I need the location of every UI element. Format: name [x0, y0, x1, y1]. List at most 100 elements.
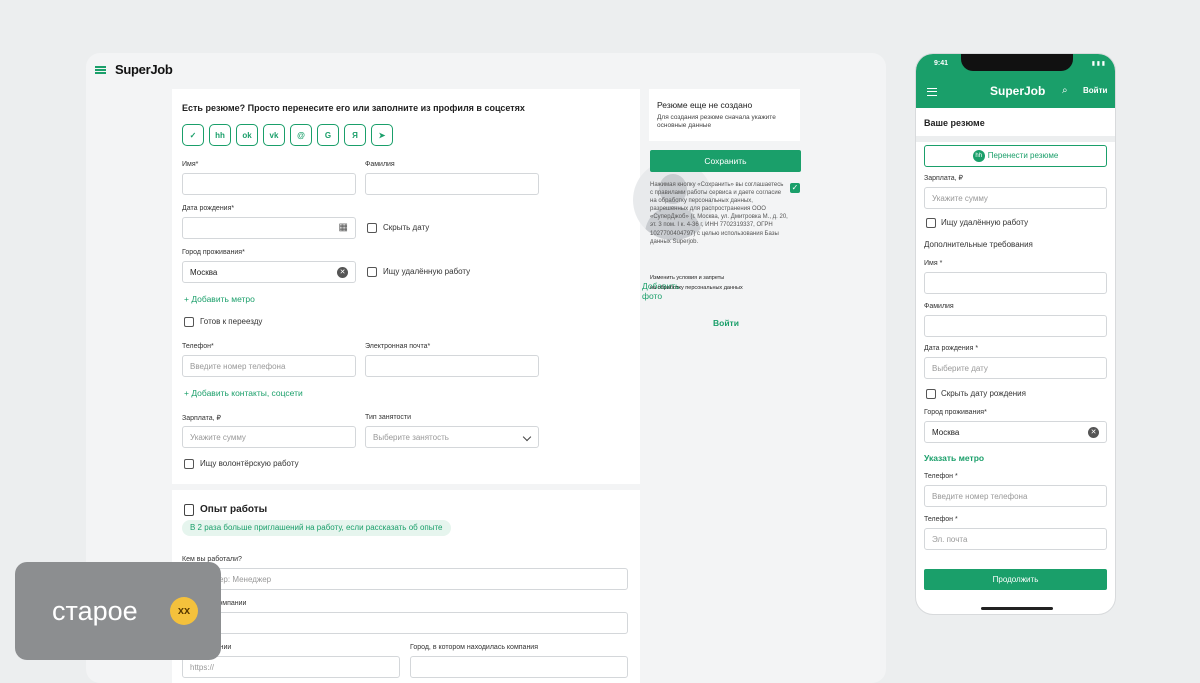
m-birth-label: Дата рождения *: [924, 345, 979, 352]
login-link[interactable]: Войти: [713, 318, 739, 328]
social-gosuslugi-icon[interactable]: ✓: [182, 124, 204, 146]
phone-input[interactable]: Введите номер телефона: [182, 355, 356, 377]
social-mail-icon[interactable]: @: [290, 124, 312, 146]
m-city-input[interactable]: Москва ✕: [924, 421, 1107, 443]
social-google-icon[interactable]: G: [317, 124, 339, 146]
main-form-card: Есть резюме? Просто перенесите его или з…: [172, 89, 713, 484]
menu-icon[interactable]: [95, 66, 106, 74]
chevron-down-icon: [522, 432, 532, 442]
social-yandex-icon[interactable]: Я: [344, 124, 366, 146]
salary-label: Зарплата, ₽: [182, 415, 221, 422]
status-time: 9:41: [934, 60, 949, 67]
old-label: старое: [52, 596, 138, 626]
mobile-page-title: Ваше резюме: [924, 118, 985, 128]
clipboard-icon: [184, 504, 194, 516]
transfer-resume-button[interactable]: hh Перенести резюме: [924, 145, 1107, 167]
city-value: Москва: [190, 268, 218, 277]
social-vk-icon[interactable]: vk: [263, 124, 285, 146]
change-terms-link-2[interactable]: на обработку персональных данных: [650, 285, 743, 292]
m-city-label: Город проживания*: [924, 409, 987, 416]
transfer-resume-label: Перенести резюме: [987, 151, 1059, 160]
m-remote-checkbox[interactable]: [926, 218, 936, 228]
import-title: Есть резюме? Просто перенесите его или з…: [182, 103, 525, 113]
social-telegram-icon[interactable]: ➤: [371, 124, 393, 146]
add-contacts-link[interactable]: + Добавить контакты, соцсети: [184, 388, 303, 398]
m-birth-input[interactable]: Выберите дату: [924, 357, 1107, 379]
m-name-input[interactable]: [924, 272, 1107, 294]
m-metro-link[interactable]: Указать метро: [924, 453, 984, 463]
menu-icon[interactable]: [927, 88, 937, 96]
logo[interactable]: SuperJob: [115, 62, 173, 77]
m-phone-label: Телефон *: [924, 473, 958, 480]
first-name-label: Имя*: [182, 161, 199, 168]
hh-icon: hh: [972, 149, 985, 162]
m-city-value: Москва: [932, 428, 960, 437]
m-name-label: Имя *: [924, 260, 943, 267]
employment-select[interactable]: Выберите занятость: [365, 426, 539, 448]
city-label: Город проживания*: [182, 249, 245, 256]
hide-date-label: Скрыть дату: [383, 223, 430, 232]
resume-status-text: Для создания резюме сначала укажите осно…: [657, 114, 776, 130]
status-icons: ▮ ▮ ▮: [1091, 61, 1105, 67]
dizzy-face-icon: xx: [170, 597, 198, 625]
old-version-badge: старое xx: [15, 562, 221, 660]
mobile-header: 9:41 ▮ ▮ ▮ SuperJob ⌕ Войти: [916, 54, 1115, 108]
m-remote-label: Ищу удалённую работу: [941, 218, 1029, 227]
mobile-login-link[interactable]: Войти: [1083, 86, 1107, 95]
hide-date-checkbox[interactable]: [367, 223, 377, 233]
phone-label: Телефон*: [182, 343, 214, 350]
clear-icon[interactable]: ✕: [337, 267, 348, 278]
m-last-label: Фамилия: [924, 303, 954, 310]
birth-date-input[interactable]: ▦: [182, 217, 356, 239]
resume-status-title: Резюме еще не создано: [657, 100, 753, 110]
last-name-label: Фамилия: [365, 161, 395, 168]
social-ok-icon[interactable]: ok: [236, 124, 258, 146]
home-indicator: [981, 607, 1053, 610]
resume-status-card: Резюме еще не создано Для создания резюм…: [649, 89, 800, 141]
experience-card: Опыт работы В 2 раза больше приглашений …: [172, 490, 640, 683]
calendar-icon[interactable]: ▦: [339, 222, 348, 233]
clear-icon[interactable]: ✕: [1088, 427, 1099, 438]
m-hide-birth-checkbox[interactable]: [926, 389, 936, 399]
company-city-label: Город, в котором находилась компания: [410, 644, 539, 651]
consent-checkbox[interactable]: ✓: [790, 183, 800, 193]
relocate-label: Готов к переезду: [200, 317, 263, 326]
experience-title: Опыт работы: [200, 504, 268, 515]
desktop-header: SuperJob: [86, 53, 886, 87]
experience-hint: В 2 раза больше приглашений на работу, е…: [182, 520, 451, 536]
email-label: Электронная почта*: [365, 343, 431, 350]
consent-text: Нажимая кнопку «Сохранить» вы соглашаете…: [650, 182, 788, 245]
mobile-mockup: 9:41 ▮ ▮ ▮ SuperJob ⌕ Войти Ваше резюме …: [915, 53, 1116, 615]
save-button[interactable]: Сохранить: [650, 150, 801, 172]
remote-label: Ищу удалённую работу: [383, 267, 471, 276]
mobile-logo[interactable]: SuperJob: [990, 84, 1045, 98]
m-hide-birth-label: Скрыть дату рождения: [941, 389, 1026, 398]
m-email-label: Телефон *: [924, 516, 958, 523]
m-salary-input[interactable]: Укажите сумму: [924, 187, 1107, 209]
divider: [916, 136, 1115, 142]
salary-input[interactable]: Укажите сумму: [182, 426, 356, 448]
search-icon[interactable]: ⌕: [1062, 85, 1068, 96]
volunteer-checkbox[interactable]: [184, 459, 194, 469]
company-input[interactable]: [182, 612, 628, 634]
relocate-checkbox[interactable]: [184, 317, 194, 327]
m-email-input[interactable]: Эл. почта: [924, 528, 1107, 550]
birth-label: Дата рождения*: [182, 205, 235, 212]
city-input[interactable]: Москва ✕: [182, 261, 356, 283]
continue-button[interactable]: Продолжить: [924, 569, 1107, 590]
m-salary-label: Зарплата, ₽: [924, 175, 963, 182]
social-hh-icon[interactable]: hh: [209, 124, 231, 146]
first-name-input[interactable]: [182, 173, 356, 195]
extra-requirements-heading: Дополнительные требования: [924, 240, 1033, 249]
m-last-input[interactable]: [924, 315, 1107, 337]
notch: [961, 54, 1073, 71]
add-metro-link[interactable]: + Добавить метро: [184, 294, 255, 304]
m-phone-input[interactable]: Введите номер телефона: [924, 485, 1107, 507]
employment-label: Тип занятости: [365, 414, 412, 421]
who-input[interactable]: Например: Менеджер: [182, 568, 628, 590]
remote-checkbox[interactable]: [367, 267, 377, 277]
last-name-input[interactable]: [365, 173, 539, 195]
email-input[interactable]: [365, 355, 539, 377]
change-terms-link[interactable]: Изменить условия и запреты: [650, 275, 724, 282]
volunteer-label: Ищу волонтёрскую работу: [200, 459, 299, 468]
